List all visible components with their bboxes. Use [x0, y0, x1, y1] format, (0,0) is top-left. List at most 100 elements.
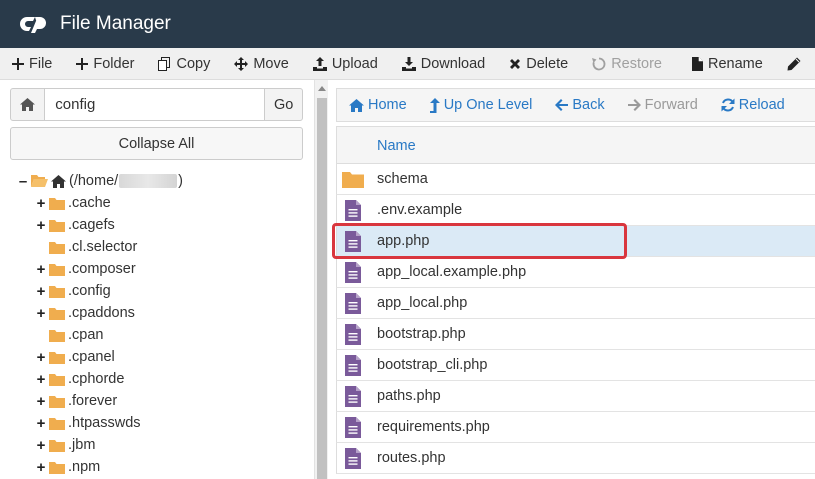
- tree-item-label: .cpaddons: [68, 305, 135, 321]
- new-file-button[interactable]: File: [0, 48, 64, 79]
- expand-toggle-icon[interactable]: +: [36, 349, 46, 366]
- table-row[interactable]: app_local.example.php: [336, 257, 815, 288]
- tree-item[interactable]: + .cphorde: [36, 368, 125, 390]
- table-row[interactable]: app_local.php: [336, 288, 815, 319]
- file-name: .env.example: [377, 202, 463, 218]
- scroll-up-icon[interactable]: [318, 86, 326, 91]
- tree-item[interactable]: + .composer: [36, 258, 136, 280]
- expand-toggle-icon[interactable]: +: [36, 283, 46, 300]
- expand-toggle-icon[interactable]: +: [36, 437, 46, 454]
- rename-label: Rename: [707, 55, 763, 72]
- column-header-name[interactable]: Name: [377, 138, 416, 154]
- tree-item[interactable]: + .cpanel: [36, 346, 115, 368]
- expand-toggle-icon[interactable]: +: [36, 415, 46, 432]
- go-button[interactable]: Go: [264, 88, 303, 121]
- pane-scrollbar[interactable]: [314, 80, 328, 479]
- path-input[interactable]: [45, 88, 265, 121]
- home-button[interactable]: [10, 88, 46, 121]
- close-icon: [510, 58, 521, 69]
- folder-icon: [49, 329, 65, 342]
- expand-toggle-icon[interactable]: +: [36, 217, 46, 234]
- table-row[interactable]: paths.php: [336, 381, 815, 412]
- forward-button[interactable]: Forward: [616, 97, 709, 113]
- move-label: Move: [253, 55, 289, 72]
- expand-toggle-icon[interactable]: +: [36, 261, 46, 278]
- expand-toggle-icon[interactable]: +: [36, 459, 46, 476]
- tree-item[interactable]: + .cache: [36, 192, 111, 214]
- back-button[interactable]: Back: [543, 97, 615, 113]
- home-icon: [51, 174, 66, 188]
- up-one-level-button[interactable]: Up One Level: [418, 97, 544, 113]
- tree-item[interactable]: + .cagefs: [36, 214, 115, 236]
- table-row[interactable]: app.php: [336, 226, 815, 257]
- file-text-icon: [345, 324, 361, 345]
- tree-item-label: .config: [68, 283, 111, 299]
- tree-item-label: .cpanel: [68, 349, 115, 365]
- tree-item-label: .cphorde: [68, 371, 125, 387]
- table-row[interactable]: schema: [336, 164, 815, 195]
- page-title: File Manager: [60, 13, 171, 34]
- tree-item-label: .forever: [68, 393, 118, 409]
- new-folder-button[interactable]: Folder: [64, 48, 146, 79]
- folder-icon: [49, 351, 65, 364]
- tree-item[interactable]: + .npm: [36, 456, 101, 478]
- download-label: Download: [420, 55, 486, 72]
- folder-icon: [49, 461, 65, 474]
- folder-icon: [49, 417, 65, 430]
- copy-icon: [158, 56, 171, 71]
- table-row[interactable]: .env.example: [336, 195, 815, 226]
- tree-item-label: .htpasswds: [68, 415, 141, 431]
- collapse-toggle-icon[interactable]: –: [18, 173, 28, 190]
- plus-icon: [12, 57, 24, 70]
- redacted-username: [119, 174, 178, 188]
- table-row[interactable]: requirements.php: [336, 412, 815, 443]
- move-button[interactable]: Move: [222, 48, 300, 79]
- cpanel-logo-icon[interactable]: [18, 13, 52, 35]
- folder-icon: [49, 373, 65, 386]
- move-icon: [234, 56, 249, 71]
- expand-toggle-icon[interactable]: +: [36, 371, 46, 388]
- expand-toggle-icon[interactable]: +: [36, 195, 46, 212]
- copy-button[interactable]: Copy: [146, 48, 222, 79]
- expand-toggle-icon[interactable]: +: [36, 393, 46, 410]
- download-button[interactable]: Download: [390, 48, 498, 79]
- upload-button[interactable]: Upload: [301, 48, 390, 79]
- collapse-all-button[interactable]: Collapse All: [10, 127, 303, 160]
- restore-button[interactable]: Restore: [580, 48, 674, 79]
- tree-item[interactable]: + .jbm: [36, 434, 96, 456]
- folder-icon: [49, 263, 65, 276]
- copy-label: Copy: [176, 55, 211, 72]
- app-header: File Manager: [0, 0, 815, 48]
- folder-icon: [49, 197, 65, 210]
- file-text-icon: [345, 262, 361, 283]
- table-row[interactable]: routes.php: [336, 443, 815, 474]
- reload-button[interactable]: Reload: [709, 97, 796, 113]
- folder-icon: [49, 285, 65, 298]
- file-list-panel: Home Up One Level Back Forward Reload Na…: [328, 80, 815, 479]
- file-icon: [691, 56, 703, 71]
- nav-home-button[interactable]: Home: [337, 97, 418, 113]
- scrollbar-thumb[interactable]: [317, 98, 327, 479]
- back-label: Back: [572, 97, 605, 113]
- file-name: schema: [377, 171, 428, 187]
- refresh-icon: [721, 98, 735, 112]
- table-row[interactable]: bootstrap_cli.php: [336, 350, 815, 381]
- edit-button[interactable]: [775, 48, 815, 79]
- table-row[interactable]: bootstrap.php: [336, 319, 815, 350]
- tree-item[interactable]: + .forever: [36, 390, 118, 412]
- delete-button[interactable]: Delete: [497, 48, 580, 79]
- tree-item[interactable]: + .cpaddons: [36, 302, 135, 324]
- tree-root[interactable]: – (/home/): [18, 170, 183, 192]
- tree-item[interactable]: + .config: [36, 280, 111, 302]
- rename-button[interactable]: Rename: [680, 48, 775, 79]
- tree-item[interactable]: + .htpasswds: [36, 412, 141, 434]
- upload-label: Upload: [331, 55, 378, 72]
- tree-item-label: .composer: [68, 261, 136, 277]
- folder-icon: [49, 219, 65, 232]
- tree-item[interactable]: +.cl.selector: [36, 236, 137, 258]
- expand-toggle-icon[interactable]: +: [36, 305, 46, 322]
- tree-item-label: .npm: [68, 459, 101, 475]
- tree-item[interactable]: +.cpan: [36, 324, 103, 346]
- file-name: bootstrap.php: [377, 326, 466, 342]
- home-icon: [20, 98, 36, 111]
